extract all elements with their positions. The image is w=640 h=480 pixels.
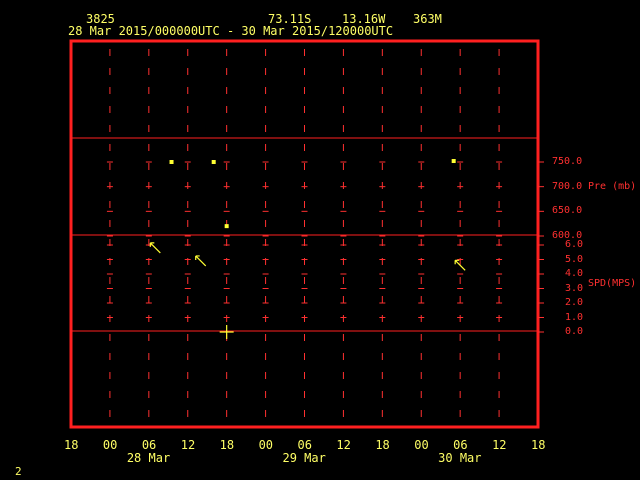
time-tick-label: 00	[258, 438, 274, 452]
calm-marker	[219, 325, 234, 339]
plot-frame	[69, 39, 540, 429]
pressure-point	[211, 160, 216, 164]
time-tick-label: 06	[297, 438, 312, 452]
wind-arrow	[195, 255, 207, 267]
speed-tick-label: 3.0	[565, 282, 584, 294]
speed-tick-label: 5.0	[565, 253, 584, 265]
time-tick-label: 06	[141, 438, 157, 452]
time-tick-label: 18	[531, 438, 546, 452]
time-tick-label: 12	[180, 438, 196, 452]
pressure-point	[451, 159, 456, 164]
time-tick-label: 18	[219, 438, 235, 452]
speed-axis-label: SPD(MPS)	[588, 278, 637, 289]
day-label: 29 Mar	[282, 451, 326, 465]
speed-tick-label: 0.0	[565, 326, 584, 337]
time-tick-label: 12	[492, 438, 507, 452]
wind-arrow	[149, 242, 161, 254]
pressure-tick-label: 650.0	[552, 205, 583, 217]
page-number: 2	[15, 465, 22, 478]
pressure-tick-label: 750.0	[552, 156, 583, 167]
time-tick-label: 18	[64, 438, 79, 452]
chart-plot	[69, 39, 544, 429]
pressure-tick-label: 700.0	[552, 180, 583, 192]
time-tick-label: 00	[414, 438, 429, 452]
time-tick-label: 18	[375, 438, 390, 452]
time-tick-label: 12	[336, 438, 351, 452]
pressure-point	[169, 160, 174, 164]
pressure-point	[224, 224, 229, 229]
time-tick-label: 00	[102, 438, 118, 452]
speed-tick-label: 4.0	[565, 268, 584, 279]
speed-tick-label: 6.0	[565, 239, 584, 250]
day-label: 30 Mar	[438, 451, 482, 465]
pressure-axis-label: Pre (mb)	[588, 180, 637, 192]
speed-tick-label: 2.0	[565, 297, 584, 308]
speed-tick-label: 1.0	[565, 311, 584, 323]
day-label: 28 Mar	[126, 451, 171, 465]
time-tick-label: 06	[453, 438, 468, 452]
